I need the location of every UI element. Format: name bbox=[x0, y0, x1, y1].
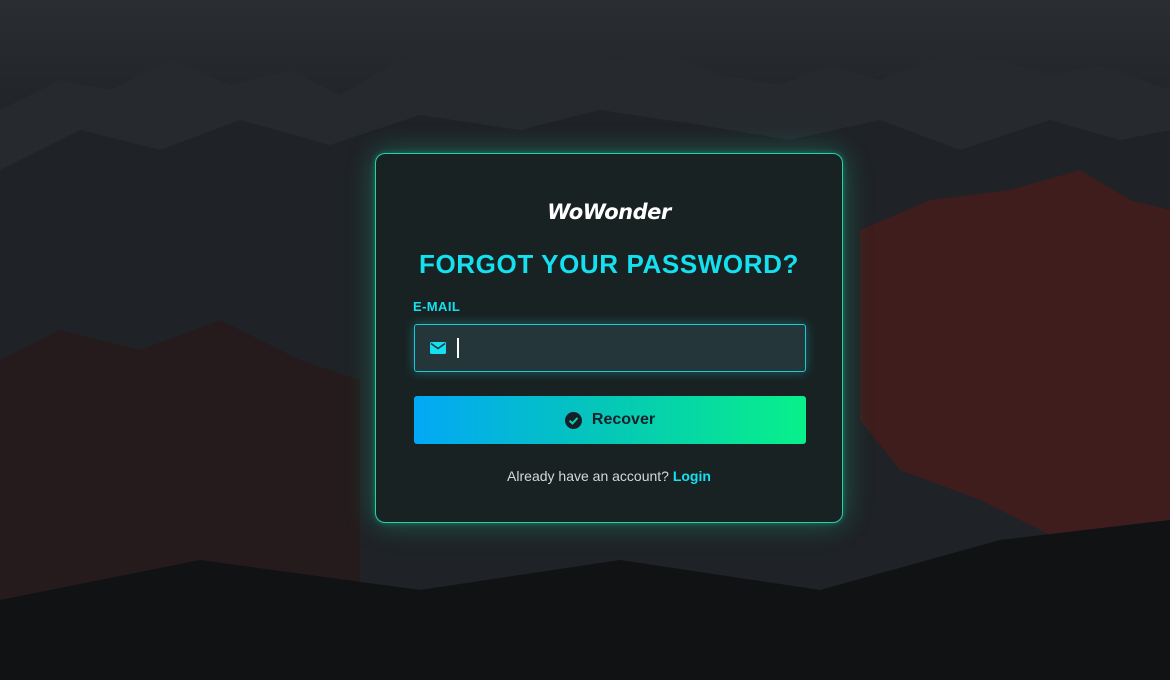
recover-button[interactable]: Recover bbox=[414, 396, 806, 444]
check-circle-icon bbox=[564, 411, 582, 429]
login-prompt: Already have an account? Login bbox=[376, 468, 842, 484]
recover-button-label: Recover bbox=[591, 411, 656, 428]
forgot-password-card: WoWonder FORGOT YOUR PASSWORD? E-MAIL Re… bbox=[375, 153, 843, 523]
text-cursor bbox=[457, 338, 459, 358]
email-field[interactable] bbox=[414, 324, 806, 372]
login-link[interactable]: Login bbox=[673, 468, 711, 484]
mail-icon bbox=[430, 342, 446, 354]
page-title: FORGOT YOUR PASSWORD? bbox=[419, 249, 799, 279]
wowonder-logo: WoWonder bbox=[547, 200, 671, 224]
login-prompt-text: Already have an account? bbox=[507, 468, 669, 484]
email-label: E-MAIL bbox=[413, 299, 461, 314]
email-input[interactable] bbox=[455, 329, 799, 369]
